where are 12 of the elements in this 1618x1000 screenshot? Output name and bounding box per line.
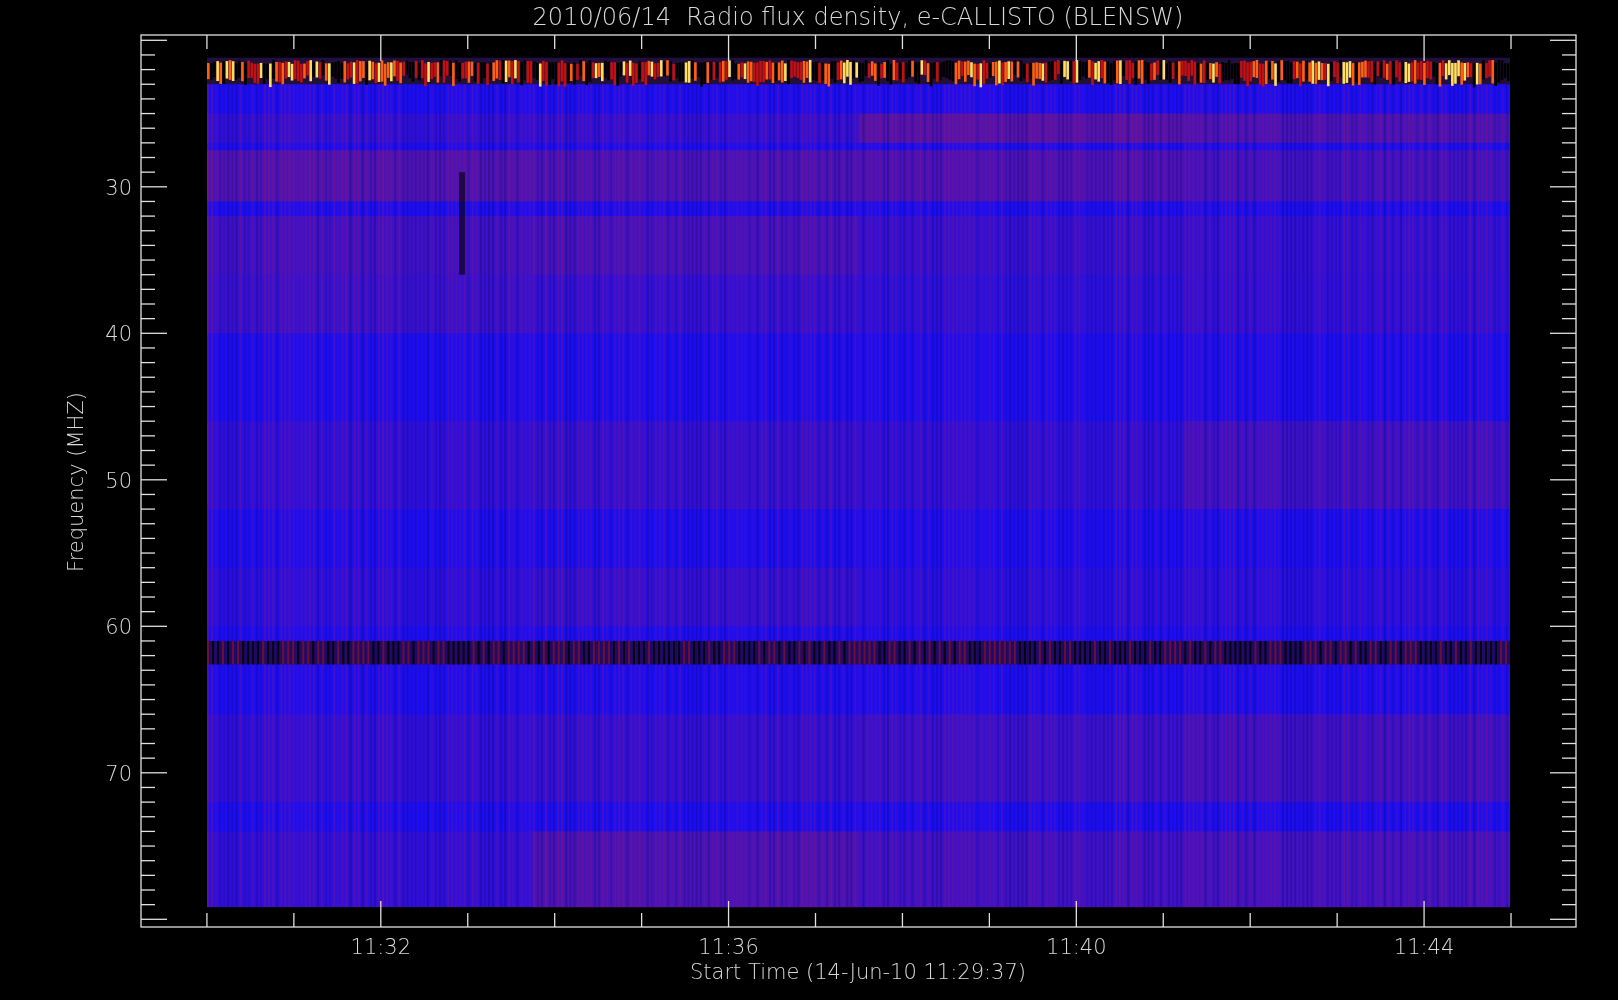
x-tick-label: 11:32 xyxy=(350,935,412,959)
y-tick-label: 30 xyxy=(105,175,132,200)
y-tick-label: 70 xyxy=(105,761,132,786)
y-tick-label: 50 xyxy=(105,468,132,493)
chart-title: 2010/06/14 Radio flux density, e-CALLISTO (BLENSW) xyxy=(532,3,1184,31)
y-tick-label: 40 xyxy=(105,322,132,347)
x-tick-label: 11:36 xyxy=(698,935,759,959)
y-axis-label: Frequency (MHZ) xyxy=(64,392,88,572)
x-tick-label: 11:40 xyxy=(1046,935,1107,959)
x-tick-label: 11:44 xyxy=(1393,935,1455,959)
x-axis-label: Start Time (14-Jun-10 11:29:37) xyxy=(690,960,1026,984)
y-tick-label: 60 xyxy=(105,615,132,640)
